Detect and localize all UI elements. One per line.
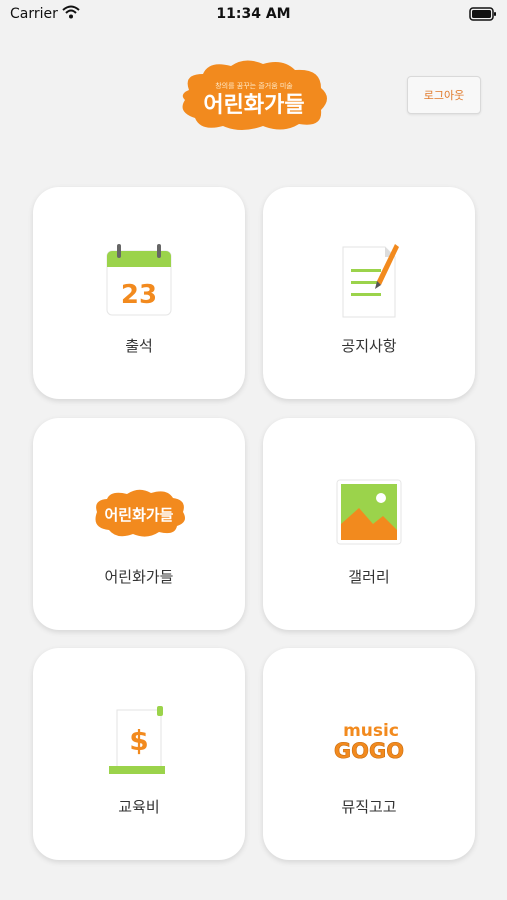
status-bar: Carrier 11:34 AM — [0, 0, 507, 30]
menu-card-tuition[interactable]: $ 교육비 — [33, 648, 245, 860]
menu-label-gallery: 갤러리 — [348, 568, 390, 586]
menu-card-gallery[interactable]: 갤러리 — [263, 418, 475, 630]
menu-label-music-gogo: 뮤직고고 — [341, 798, 397, 816]
menu-label-notices: 공지사항 — [341, 337, 397, 355]
music-gogo-bottom-text: GOGO — [334, 739, 404, 763]
logout-button[interactable]: 로그아웃 — [407, 76, 481, 114]
gallery-icon — [329, 472, 409, 552]
logo-text: 어린화가들 — [203, 93, 304, 118]
dollar-symbol: $ — [129, 724, 148, 757]
fee-icon: $ — [99, 702, 179, 782]
menu-label-brand: 어린화가들 — [104, 568, 174, 586]
battery-icon — [469, 7, 497, 25]
calendar-date: 23 — [121, 280, 157, 310]
calendar-icon: 23 — [99, 241, 179, 321]
menu-card-notices[interactable]: 공지사항 — [263, 187, 475, 399]
logo-tagline: 창의를 꿈꾸는 즐거움 미술 — [215, 81, 293, 90]
menu-card-brand[interactable]: 어린화가들 어린화가들 — [33, 418, 245, 630]
menu-card-attendance[interactable]: 23 출석 — [33, 187, 245, 399]
menu-card-music-gogo[interactable]: music GOGO 뮤직고고 — [263, 648, 475, 860]
app-logo: 창의를 꿈꾸는 즐거움 미술 어린화가들 — [175, 56, 333, 134]
menu-label-attendance: 출석 — [125, 337, 153, 355]
notice-icon — [329, 241, 409, 321]
logo-icon: 어린화가들 — [89, 472, 189, 552]
brand-logo-text: 어린화가들 — [104, 506, 173, 524]
music-gogo-top-text: music — [343, 721, 399, 741]
music-gogo-icon: music GOGO — [319, 702, 419, 782]
menu-label-tuition: 교육비 — [118, 798, 160, 816]
clock: 11:34 AM — [216, 6, 291, 22]
